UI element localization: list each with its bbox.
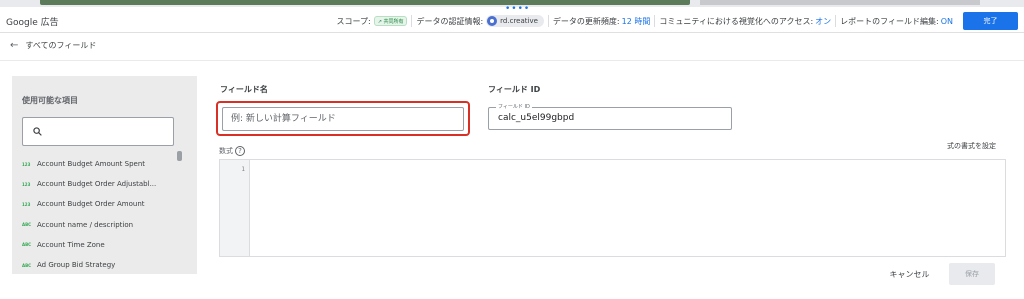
search-icon <box>33 127 42 136</box>
numeric-type-icon: 123 <box>22 201 31 207</box>
available-fields-panel: 使用可能な項目 123 Account Budget Amount Spent … <box>12 76 197 274</box>
numeric-type-icon: 123 <box>22 181 31 187</box>
help-icon[interactable]: ? <box>235 146 245 156</box>
text-type-icon: ABC <box>22 222 32 228</box>
numeric-type-icon: 123 <box>22 161 31 167</box>
field-list-item[interactable]: ABC Account name / description <box>22 215 182 235</box>
field-label: Account Budget Amount Spent <box>37 160 145 169</box>
text-type-icon: ABC <box>22 262 32 268</box>
line-number: 1 <box>241 166 245 173</box>
line-number-gutter: 1 <box>220 160 250 256</box>
formula-label: 数式 <box>219 147 233 155</box>
save-button[interactable]: 保存 <box>949 263 995 285</box>
formula-label-row: 数式 ? <box>219 146 245 156</box>
freshness-setting: データの更新頻度: 12 時間 <box>549 14 654 28</box>
cancel-button[interactable]: キャンセル <box>877 263 942 285</box>
user-avatar-icon <box>487 16 498 26</box>
scope-chip[interactable]: ↗ 共同所有 <box>373 16 408 26</box>
community-toggle[interactable]: オン <box>815 16 831 27</box>
field-id-value: calc_u5el99gbpd <box>498 113 575 123</box>
field-list-item[interactable]: 123 Account Budget Order Adjustabl... <box>22 174 182 194</box>
freshness-label: データの更新頻度: <box>552 16 620 26</box>
field-id-label: フィールド ID <box>488 85 541 94</box>
report-edit-setting: レポートのフィールド編集: ON <box>836 14 957 28</box>
field-label: Account Budget Order Amount <box>37 200 145 209</box>
field-label: Account Time Zone <box>37 240 105 249</box>
field-label: Account name / description <box>37 220 134 229</box>
report-edit-label: レポートのフィールド編集: <box>840 16 939 26</box>
field-id-input[interactable]: フィールド ID calc_u5el99gbpd <box>488 103 732 130</box>
field-name-label: フィールド名 <box>220 85 268 94</box>
panel-title: 使用可能な項目 <box>22 96 78 105</box>
field-name-highlight <box>216 101 470 136</box>
field-list-item[interactable]: ABC Ad Group Bid Strategy <box>22 255 182 275</box>
community-label: コミュニティにおける視覚化へのアクセス: <box>659 16 814 26</box>
section-divider <box>0 60 1024 61</box>
scope-setting: スコープ: ↗ 共同所有 <box>332 14 411 28</box>
format-formula-link[interactable]: 式の書式を設定 <box>947 141 996 151</box>
text-type-icon: ABC <box>22 242 32 248</box>
field-label: Ad Group Bid Strategy <box>37 261 116 270</box>
field-list-item[interactable]: 123 Account Budget Order Amount <box>22 194 182 214</box>
report-edit-toggle[interactable]: ON <box>941 17 953 26</box>
credentials-label: データの認証情報: <box>416 16 484 26</box>
freshness-link[interactable]: 12 時間 <box>622 16 651 27</box>
top-strip-canvas-preview <box>40 0 690 5</box>
credentials-user: rd.creative <box>500 17 538 25</box>
settings-bar: スコープ: ↗ 共同所有 データの認証情報: rd.creative データの更… <box>332 11 1018 31</box>
top-strip-side-preview <box>700 0 980 5</box>
field-label: Account Budget Order Adjustabl... <box>37 180 157 189</box>
field-list: 123 Account Budget Amount Spent 123 Acco… <box>22 154 182 275</box>
credentials-chip[interactable]: rd.creative <box>486 15 544 27</box>
arrow-back-icon: ← <box>10 40 19 51</box>
formula-editor[interactable]: 1 <box>219 159 1006 257</box>
app-title: Google 広告 <box>6 18 59 28</box>
field-list-item[interactable]: 123 Account Budget Amount Spent <box>22 154 182 174</box>
scope-label: スコープ: <box>336 16 371 26</box>
top-bar: Google 広告 スコープ: ↗ 共同所有 データの認証情報: rd.crea… <box>0 9 1024 33</box>
field-name-input[interactable] <box>222 107 464 131</box>
done-button[interactable]: 完了 <box>963 12 1018 30</box>
back-link[interactable]: ← すべてのフィールド <box>10 40 96 51</box>
field-search-input[interactable] <box>22 117 174 146</box>
credentials-setting: データの認証情報: rd.creative <box>412 14 547 28</box>
field-id-legend: フィールド ID <box>496 103 532 110</box>
field-list-item[interactable]: ABC Account Time Zone <box>22 235 182 255</box>
back-label: すべてのフィールド <box>25 41 97 50</box>
community-setting: コミュニティにおける視覚化へのアクセス: オン <box>655 14 835 28</box>
